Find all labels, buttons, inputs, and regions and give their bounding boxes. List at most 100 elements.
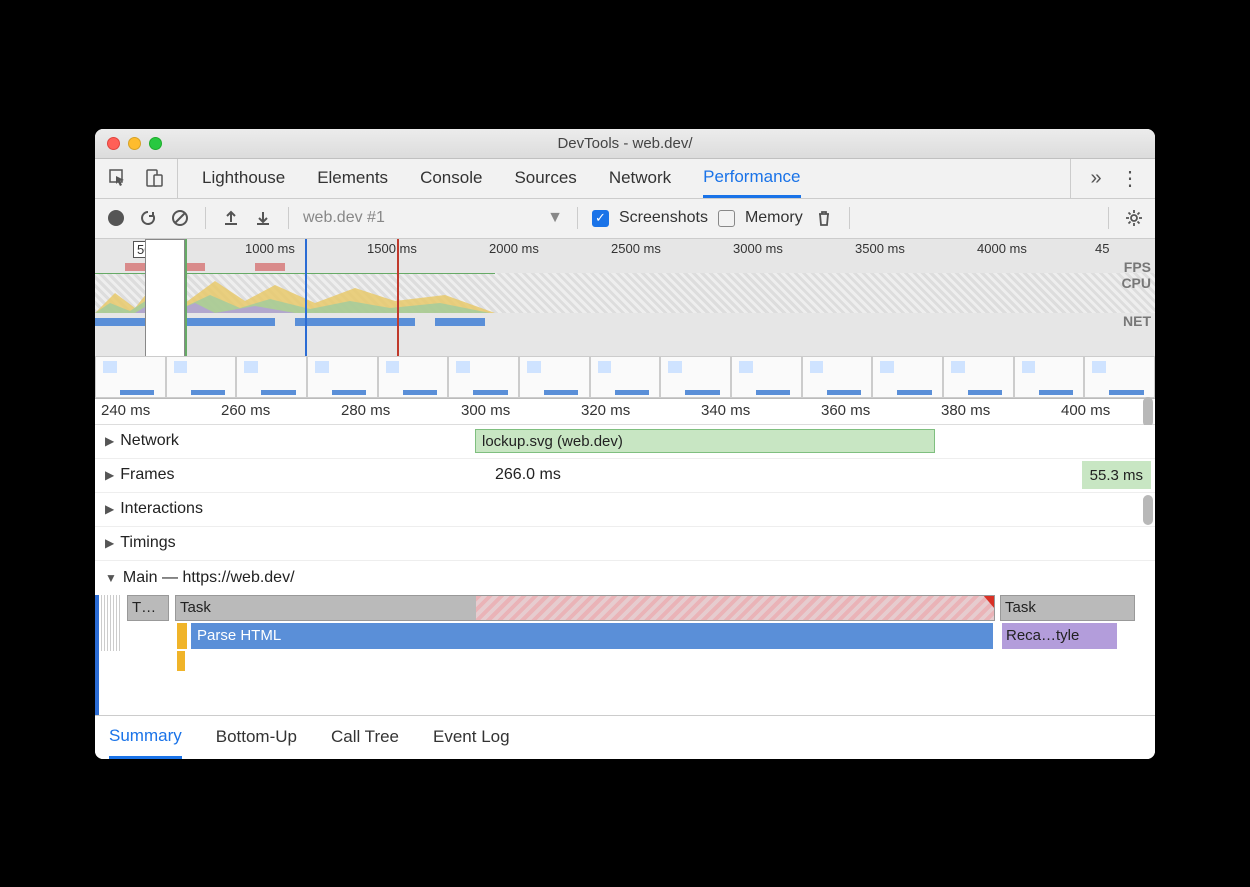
ruler-tick: 320 ms [581, 402, 630, 419]
parse-html-entry[interactable]: Parse HTML [191, 623, 993, 649]
scrollbar-thumb[interactable] [1143, 397, 1153, 427]
filmstrip-frame[interactable] [236, 356, 307, 398]
main-thread-area[interactable]: T… Task Task Parse HTML Reca…tyle [95, 595, 1155, 715]
track-network[interactable]: ▶ Network lockup.svg (web.dev) [95, 425, 1155, 459]
overview-tick: 3000 ms [733, 241, 783, 256]
tab-performance[interactable]: Performance [703, 159, 800, 198]
network-entry[interactable]: lockup.svg (web.dev) [475, 429, 935, 453]
track-label: Network [120, 432, 179, 450]
tab-sources[interactable]: Sources [514, 159, 576, 198]
filmstrip-frame[interactable] [660, 356, 731, 398]
record-button[interactable] [105, 207, 127, 229]
frame-entry[interactable]: 55.3 ms [1082, 461, 1151, 489]
tab-network[interactable]: Network [609, 159, 671, 198]
overview-tick: 2500 ms [611, 241, 661, 256]
titlebar: DevTools - web.dev/ [95, 129, 1155, 159]
filmstrip-frame[interactable] [872, 356, 943, 398]
scrollbar-thumb[interactable] [1143, 495, 1153, 525]
settings-gear-icon[interactable] [1123, 207, 1145, 229]
tab-summary[interactable]: Summary [109, 716, 182, 759]
inspect-icon[interactable] [107, 167, 129, 189]
screenshots-label: Screenshots [619, 209, 708, 227]
filmstrip-frame[interactable] [802, 356, 873, 398]
more-tabs-icon[interactable]: » [1085, 167, 1107, 189]
ruler-tick: 400 ms [1061, 402, 1110, 419]
trash-icon[interactable] [813, 207, 835, 229]
details-tabs: Summary Bottom-Up Call Tree Event Log [95, 715, 1155, 759]
tab-event-log[interactable]: Event Log [433, 716, 510, 759]
filmstrip-frame[interactable] [307, 356, 378, 398]
filmstrip-frame[interactable] [519, 356, 590, 398]
track-timings[interactable]: ▶ Timings [95, 527, 1155, 561]
disclosure-icon[interactable]: ▶ [105, 468, 114, 482]
clear-button[interactable] [169, 207, 191, 229]
task-entry[interactable]: T… [127, 595, 169, 621]
disclosure-icon[interactable]: ▶ [105, 434, 114, 448]
ruler-tick: 240 ms [101, 402, 150, 419]
flamechart[interactable]: ▶ Network lockup.svg (web.dev) ▶ Frames … [95, 425, 1155, 715]
filmstrip-frame[interactable] [166, 356, 237, 398]
tab-elements[interactable]: Elements [317, 159, 388, 198]
overview-tick: 1000 ms [245, 241, 295, 256]
memory-checkbox[interactable] [718, 210, 735, 227]
filmstrip-frame[interactable] [590, 356, 661, 398]
task-entry[interactable]: Task [1000, 595, 1135, 621]
memory-label: Memory [745, 209, 803, 227]
download-icon[interactable] [252, 207, 274, 229]
filmstrip-frame[interactable] [448, 356, 519, 398]
activity-entry[interactable] [177, 651, 185, 671]
performance-toolbar: web.dev #1 ▼ ✓ Screenshots Memory [95, 199, 1155, 239]
devtools-tabs: Lighthouse Elements Console Sources Netw… [95, 159, 1155, 199]
disclosure-icon[interactable]: ▶ [105, 536, 114, 550]
track-interactions[interactable]: ▶ Interactions [95, 493, 1155, 527]
tab-lighthouse[interactable]: Lighthouse [202, 159, 285, 198]
left-edge-marker [95, 595, 99, 715]
disclosure-icon[interactable]: ▼ [105, 571, 117, 585]
disclosure-icon[interactable]: ▶ [105, 502, 114, 516]
chevron-down-icon: ▼ [547, 209, 563, 227]
tab-call-tree[interactable]: Call Tree [331, 716, 399, 759]
task-entry[interactable]: Task [175, 595, 995, 621]
device-toggle-icon[interactable] [143, 167, 165, 189]
screenshots-checkbox[interactable]: ✓ [592, 210, 609, 227]
filmstrip-frame[interactable] [943, 356, 1014, 398]
track-label: Main — https://web.dev/ [123, 569, 295, 587]
timeline-ruler[interactable]: 240 ms 260 ms 280 ms 300 ms 320 ms 340 m… [95, 399, 1155, 425]
track-frames[interactable]: ▶ Frames 266.0 ms 55.3 ms [95, 459, 1155, 493]
long-task-warning-icon [983, 595, 995, 609]
tab-console[interactable]: Console [420, 159, 482, 198]
overview-tick: 3500 ms [855, 241, 905, 256]
filmstrip-frame[interactable] [95, 356, 166, 398]
window-title: DevTools - web.dev/ [95, 135, 1155, 152]
recalc-style-entry[interactable]: Reca…tyle [1002, 623, 1117, 649]
recording-label: web.dev #1 [303, 209, 385, 227]
tab-bottom-up[interactable]: Bottom-Up [216, 716, 297, 759]
overview-tick: 4000 ms [977, 241, 1027, 256]
overview-tick: 1500 ms [367, 241, 417, 256]
filmstrip[interactable] [95, 356, 1155, 398]
net-label: NET [1123, 313, 1151, 329]
filmstrip-frame[interactable] [1084, 356, 1155, 398]
track-label: Timings [120, 534, 175, 552]
ruler-tick: 340 ms [701, 402, 750, 419]
ruler-tick: 360 ms [821, 402, 870, 419]
recording-selector[interactable]: web.dev #1 ▼ [303, 209, 563, 227]
overview-tick: 2000 ms [489, 241, 539, 256]
track-label: Interactions [120, 500, 203, 518]
overview-pane[interactable]: 500 1000 ms 1500 ms 2000 ms 2500 ms 3000… [95, 239, 1155, 399]
track-main[interactable]: ▼ Main — https://web.dev/ [95, 561, 1155, 595]
ruler-tick: 260 ms [221, 402, 270, 419]
ruler-tick: 300 ms [461, 402, 510, 419]
kebab-menu-icon[interactable]: ⋮ [1119, 167, 1141, 189]
reload-button[interactable] [137, 207, 159, 229]
activity-entry[interactable] [177, 623, 187, 649]
frame-duration: 266.0 ms [495, 466, 561, 484]
filmstrip-frame[interactable] [731, 356, 802, 398]
overview-tick: 45 [1095, 241, 1109, 256]
ruler-tick: 380 ms [941, 402, 990, 419]
ruler-tick: 280 ms [341, 402, 390, 419]
devtools-window: DevTools - web.dev/ Lighthouse Elements … [95, 129, 1155, 759]
filmstrip-frame[interactable] [1014, 356, 1085, 398]
upload-icon[interactable] [220, 207, 242, 229]
filmstrip-frame[interactable] [378, 356, 449, 398]
